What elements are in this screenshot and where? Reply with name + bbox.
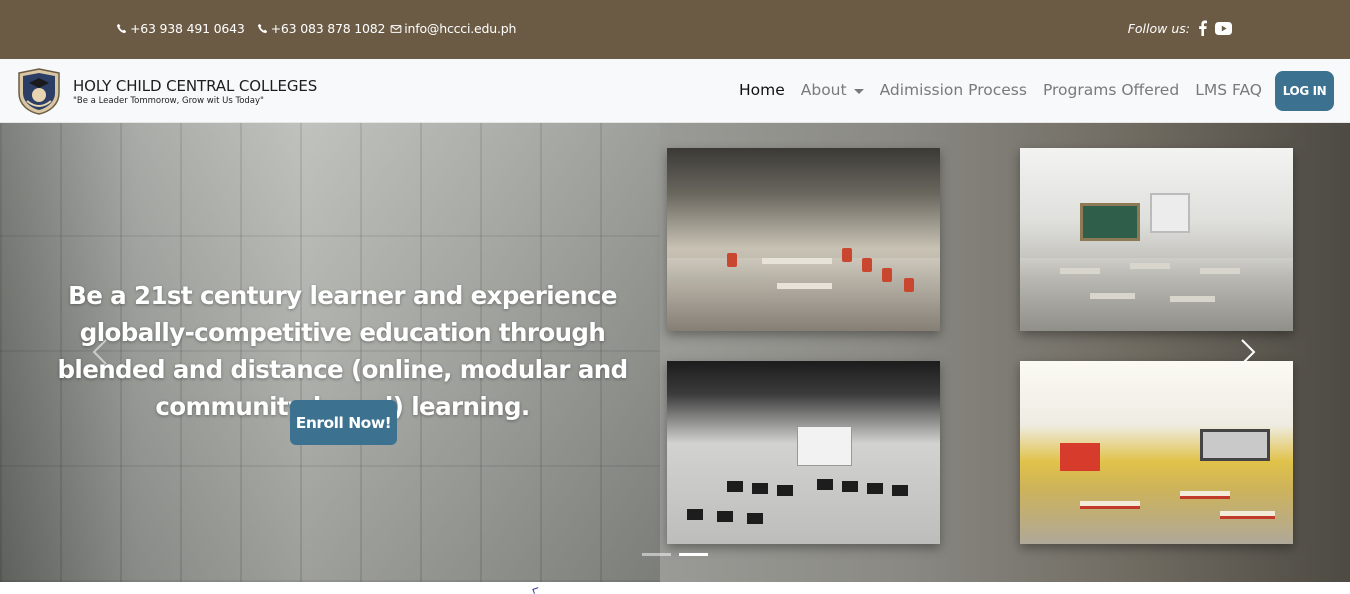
nav-about[interactable]: About [801,81,864,99]
nav-links: Home About Adimission Process Programs O… [739,81,1262,99]
phone-icon [257,23,267,33]
carousel-indicator-2[interactable] [679,553,708,556]
enroll-now-button[interactable]: Enroll Now! [290,400,397,445]
chevron-right-icon [1241,339,1256,365]
carousel-next-button[interactable] [1236,332,1260,372]
facebook-icon[interactable] [1198,20,1207,36]
carousel-indicators [642,553,708,556]
nav-lms-faq[interactable]: LMS FAQ [1195,81,1262,99]
brand-tagline: "Be a Leader Tommorow, Grow wit Us Today… [73,96,264,106]
follow-label: Follow us: [1127,20,1190,36]
email-address: info@hccci.edu.ph [404,21,517,36]
phone-number-1: +63 938 491 0643 [130,21,245,36]
nav-admission-process[interactable]: Adimission Process [880,81,1027,99]
top-contact-bar: +63 938 491 0643 +63 083 878 1082 info@h… [0,0,1350,59]
nav-home[interactable]: Home [739,81,785,99]
below-hero-section [0,582,1350,594]
classroom-photo-2 [1020,361,1293,544]
chevron-left-icon [92,339,107,365]
social-links: Follow us: [1128,20,1232,36]
computer-lab-photo [667,361,940,544]
carousel-prev-button[interactable] [88,332,112,372]
email-contact[interactable]: info@hccci.edu.ph [390,21,516,36]
contact-info: +63 938 491 0643 +63 083 878 1082 info@h… [116,21,516,36]
phone-number-2: +63 083 878 1082 [270,21,386,36]
login-button[interactable]: LOG IN [1275,71,1334,111]
phone-icon [116,23,127,33]
phone-contact-1[interactable]: +63 938 491 0643 [116,21,245,36]
classroom-photo-1 [1020,148,1293,331]
library-photo [667,148,940,331]
main-navbar: HOLY CHILD CENTRAL COLLEGES "Be a Leader… [0,59,1350,123]
brand[interactable]: HOLY CHILD CENTRAL COLLEGES "Be a Leader… [73,77,317,106]
brand-name: HOLY CHILD CENTRAL COLLEGES [73,77,318,95]
nav-programs-offered[interactable]: Programs Offered [1043,81,1179,99]
carousel-indicator-1[interactable] [642,553,671,556]
chevron-down-icon [853,88,864,94]
hero-carousel: Be a 21st century learner and experience… [0,123,1350,582]
nav-about-label: About [800,81,847,99]
envelope-icon [390,24,402,33]
youtube-icon[interactable] [1215,21,1232,35]
phone-contact-2[interactable]: +63 083 878 1082 [257,21,386,36]
school-logo[interactable] [15,67,63,115]
